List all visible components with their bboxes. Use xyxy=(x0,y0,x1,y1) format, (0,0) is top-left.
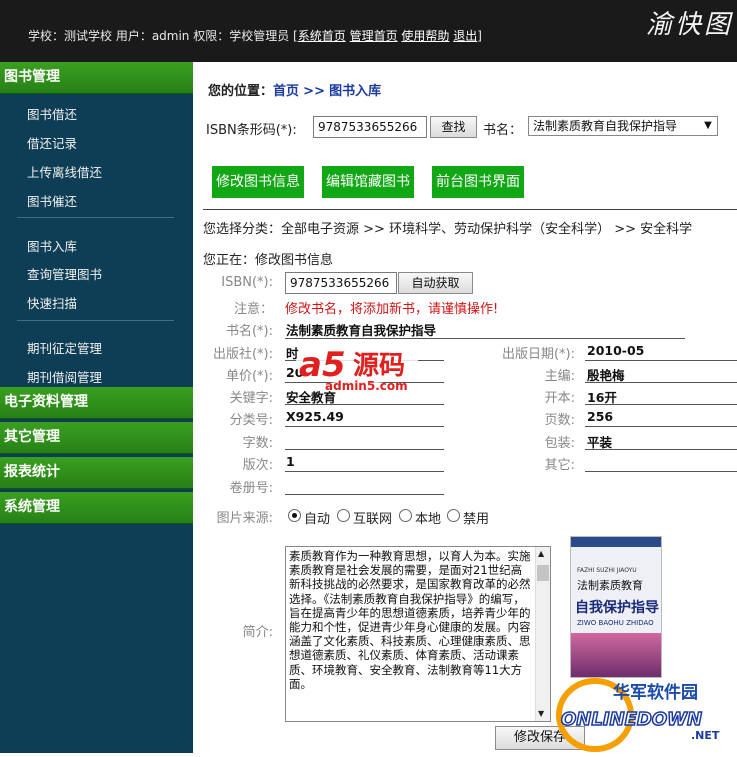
note-label: 注意： xyxy=(233,302,273,317)
link-help[interactable]: 使用帮助 xyxy=(401,29,449,43)
scroll-up-icon[interactable]: ▲ xyxy=(538,549,544,558)
isbn-input[interactable] xyxy=(285,272,397,294)
title-select-label: 书名： xyxy=(483,123,523,138)
breadcrumb-current[interactable]: 图书入库 xyxy=(329,84,381,99)
divider xyxy=(203,209,737,210)
link-admin-home[interactable]: 管理首页 xyxy=(350,29,398,43)
pubdate-field[interactable]: 2010-05 xyxy=(587,343,644,358)
pubdate-label: 出版日期(*): xyxy=(501,347,575,362)
editor-label: 主编: xyxy=(544,369,575,384)
sidebar-section-book-mgmt[interactable]: 图书管理 xyxy=(0,62,193,94)
sidebar-item-book-entry[interactable]: 图书入库 xyxy=(27,236,77,255)
edition-field[interactable]: 1 xyxy=(286,454,295,469)
svg-text:.NET: .NET xyxy=(691,729,720,742)
sidebar-divider xyxy=(17,217,174,218)
svg-text:ONLINEDOWN: ONLINEDOWN xyxy=(561,709,702,730)
other-label: 其它: xyxy=(544,458,575,473)
breadcrumb: 您的位置：首页 >> 图书入库 xyxy=(208,84,382,99)
svg-text:admin5.com: admin5.com xyxy=(325,379,408,393)
status-text: 您正在：修改图书信息 xyxy=(203,253,334,268)
svg-text:华军软件园: 华军软件园 xyxy=(613,682,698,703)
svg-text:源码: 源码 xyxy=(353,351,405,381)
sidebar-item-periodical-borrow[interactable]: 期刊借阅管理 xyxy=(27,367,102,386)
format-label: 开本: xyxy=(544,391,575,406)
scroll-down-icon[interactable]: ▼ xyxy=(538,709,544,718)
isbn-label: ISBN(*): xyxy=(221,275,273,290)
sidebar-section-reports[interactable]: 报表统计 xyxy=(0,457,193,489)
radio-disabled[interactable] xyxy=(447,509,460,522)
radio-auto[interactable] xyxy=(288,509,301,522)
watermark-a5: a5 源码 admin5.com xyxy=(295,338,435,396)
brand-logo: 渝快图 xyxy=(645,10,733,40)
sidebar-item-quick-scan[interactable]: 快速扫描 xyxy=(27,293,77,312)
desc-label: 简介: xyxy=(242,625,273,640)
title-field[interactable]: 法制素质教育自我保护指导 xyxy=(286,320,436,339)
sidebar: 图书管理 图书借还 借还记录 上传离线借还 图书催还 图书入库 查询管理图书 快… xyxy=(0,62,193,753)
img-source-label: 图片来源: xyxy=(216,511,273,526)
user-info: 学校：测试学校 用户：admin 权限：学校管理员 [系统首页 管理首页 使用帮… xyxy=(28,29,482,43)
isbn-search-label: ISBN条形码(*): xyxy=(206,123,297,138)
isbn-search-input[interactable] xyxy=(313,116,427,138)
chevron-down-icon: ▼ xyxy=(704,120,712,131)
edit-collection-button[interactable]: 编辑馆藏图书 xyxy=(322,166,414,198)
edit-book-info-button[interactable]: 修改图书信息 xyxy=(212,166,304,198)
sidebar-item-query-books[interactable]: 查询管理图书 xyxy=(27,264,102,283)
a5-logo-icon: a5 源码 admin5.com xyxy=(295,344,419,393)
top-bar: 学校：测试学校 用户：admin 权限：学校管理员 [系统首页 管理首页 使用帮… xyxy=(0,0,737,62)
pages-label: 页数: xyxy=(544,413,575,428)
scroll-thumb[interactable] xyxy=(537,565,549,581)
radio-local[interactable] xyxy=(399,509,412,522)
auto-fetch-button[interactable]: 自动获取 xyxy=(398,272,473,294)
words-label: 字数: xyxy=(242,436,273,451)
sidebar-section-e-resources[interactable]: 电子资料管理 xyxy=(0,387,193,419)
title-label: 书名(*): xyxy=(225,324,273,339)
breadcrumb-home[interactable]: 首页 xyxy=(273,84,299,99)
title-select[interactable]: 法制素质教育自我保护指导 ▼ xyxy=(528,116,718,136)
main-content: 您的位置：首页 >> 图书入库 ISBN条形码(*): 查找 书名： 法制素质教… xyxy=(193,62,737,753)
link-system-home[interactable]: 系统首页 xyxy=(298,29,346,43)
watermark-onlinedown: 华军软件园 ONLINEDOWN .NET xyxy=(555,663,737,753)
sidebar-section-system[interactable]: 系统管理 xyxy=(0,492,193,524)
pages-field[interactable]: 256 xyxy=(587,409,613,424)
onlinedown-logo-icon: 华军软件园 ONLINEDOWN .NET xyxy=(556,678,720,752)
sidebar-item-reminders[interactable]: 图书催还 xyxy=(27,191,77,210)
book-cover-image: FAZHI SUZHI JIAOYU 法制素质教育 自我保护指导 ZIWO BA… xyxy=(570,536,662,678)
link-logout[interactable]: 退出 xyxy=(453,29,477,43)
description-textarea[interactable]: 素质教育作为一种教育思想，以育人为本。实施素质教育是社会发展的需要，是面对21世… xyxy=(285,546,551,722)
sidebar-item-borrow-records[interactable]: 借还记录 xyxy=(27,133,77,152)
radio-internet[interactable] xyxy=(337,509,350,522)
sidebar-item-periodical-order[interactable]: 期刊征定管理 xyxy=(27,338,102,357)
price-label: 单价(*): xyxy=(225,369,273,384)
keywords-label: 关键字: xyxy=(229,391,273,406)
scrollbar[interactable]: ▲ ▼ xyxy=(535,547,550,721)
category-path: 您选择分类：全部电子资源 >> 环境科学、劳动保护科学（安全科学） >> 安全科… xyxy=(203,222,693,237)
sidebar-item-upload-offline[interactable]: 上传离线借还 xyxy=(27,162,102,181)
front-end-button[interactable]: 前台图书界面 xyxy=(432,166,524,198)
class-label: 分类号: xyxy=(229,413,273,428)
sidebar-divider xyxy=(17,320,174,321)
search-button[interactable]: 查找 xyxy=(430,116,477,138)
binding-label: 包装: xyxy=(544,436,575,451)
class-field[interactable]: X925.49 xyxy=(286,409,344,424)
edition-label: 版次: xyxy=(242,458,273,473)
warning-text: 修改书名，将添加新书，请谨慎操作! xyxy=(285,302,499,317)
volume-label: 卷册号: xyxy=(229,481,273,496)
publisher-label: 出版社(*): xyxy=(212,347,273,362)
sidebar-item-borrow-return[interactable]: 图书借还 xyxy=(27,104,77,123)
sidebar-section-other[interactable]: 其它管理 xyxy=(0,422,193,454)
